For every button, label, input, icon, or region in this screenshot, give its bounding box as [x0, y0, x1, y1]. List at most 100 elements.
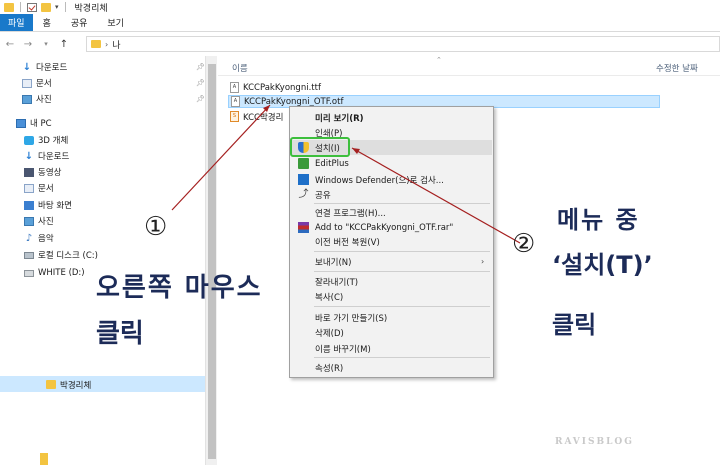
font-file-icon: A: [231, 96, 240, 107]
menu-item-delete[interactable]: 삭제(D): [291, 325, 492, 340]
sidebar-item-white-d[interactable]: WHITE (D:): [24, 266, 85, 280]
install-highlight-box: [290, 137, 350, 157]
new-folder-icon[interactable]: [41, 2, 51, 12]
sidebar-item-documents[interactable]: 문서: [22, 76, 52, 90]
forward-arrow-icon[interactable]: →: [22, 39, 34, 50]
drive-icon: [24, 251, 34, 259]
sidebar-item-pictures[interactable]: 사진: [22, 92, 52, 106]
sidebar-item-label: 3D 개체: [38, 136, 69, 146]
desktop-icon: [24, 200, 34, 210]
navigation-scrollbar[interactable]: [205, 56, 217, 465]
menu-divider: [314, 203, 490, 204]
file-name: KCC박경리: [243, 112, 284, 123]
menu-item-send-to[interactable]: 보내기(N) ›: [291, 254, 492, 269]
sidebar-item-label: 동영상: [38, 168, 62, 178]
scrollbar-thumb[interactable]: [208, 64, 216, 459]
menu-item-properties[interactable]: 속성(R): [291, 360, 492, 375]
sidebar-item-desktop[interactable]: 바탕 화면: [24, 198, 72, 212]
menu-item-cut[interactable]: 잘라내기(T): [291, 274, 492, 289]
note-right-click-line1: 오른쪽 마우스: [96, 273, 263, 303]
sidebar-item-label: 사진: [38, 217, 54, 227]
menu-item-add-to-rar[interactable]: Add to "KCCPakKyongni_OTF.rar": [291, 220, 492, 235]
navigation-pane: ↓ 다운로드 📌︎ 문서 📌︎ 사진 📌︎ 내 PC 3D 개체 ↓ 다운로드: [0, 56, 205, 465]
divider: [64, 2, 66, 12]
sidebar-item-label: 문서: [38, 184, 54, 194]
sidebar-item-music[interactable]: ♪ 음악: [24, 231, 54, 245]
chevron-right-icon[interactable]: ›: [105, 40, 108, 49]
sidebar-item-label: 로컬 디스크 (C:): [38, 251, 98, 261]
column-date-modified[interactable]: 수정한 날짜: [656, 62, 698, 74]
sidebar-item-downloads[interactable]: ↓ 다운로드: [22, 60, 67, 74]
recent-dropdown-icon[interactable]: ▾: [40, 40, 52, 48]
sidebar-item-label: 다운로드: [38, 152, 70, 162]
sidebar-item-this-pc[interactable]: 내 PC: [16, 116, 52, 130]
column-header: 이름 ⌃ 수정한 날짜: [218, 56, 720, 76]
windows-defender-icon: [298, 174, 309, 185]
tab-share[interactable]: 공유: [61, 14, 98, 31]
sidebar-item-documents-pc[interactable]: 문서: [24, 181, 54, 195]
sidebar-item-local-disk-c[interactable]: 로컬 디스크 (C:): [24, 248, 98, 262]
menu-item-rename[interactable]: 이름 바꾸기(M): [291, 341, 492, 356]
title-bar: ▾ 박경리체: [0, 0, 720, 14]
menu-item-editplus[interactable]: EditPlus: [291, 156, 492, 171]
sidebar-item-selected-folder[interactable]: 박경리체: [0, 376, 205, 392]
sidebar-item-videos[interactable]: 동영상: [24, 165, 61, 179]
back-arrow-icon[interactable]: ←: [4, 39, 16, 50]
watermark: RAVISBLOG: [555, 437, 634, 447]
pin-icon: 📌︎: [196, 63, 205, 71]
menu-item-preview[interactable]: 미리 보기(R): [291, 110, 492, 125]
note-menu-line1: 메뉴 중: [557, 206, 640, 234]
sidebar-item-label: WHITE (D:): [38, 268, 85, 278]
address-bar[interactable]: › 나: [86, 36, 720, 52]
document-icon: [24, 183, 34, 193]
address-path: 나: [112, 40, 121, 51]
picture-icon: [24, 216, 34, 226]
sidebar-item-label: 문서: [36, 79, 52, 89]
sidebar-item-downloads-pc[interactable]: ↓ 다운로드: [24, 149, 69, 163]
menu-item-defender-scan[interactable]: Windows Defender(으)로 검사...: [291, 172, 492, 187]
file-name: KCCPakKyongni_OTF.otf: [244, 96, 344, 107]
menu-item-restore-previous[interactable]: 이전 버전 복원(V): [291, 234, 492, 249]
sidebar-item-label: 내 PC: [30, 119, 52, 129]
folder-icon: [91, 40, 101, 48]
font-package-icon: S: [230, 111, 239, 122]
menu-item-share[interactable]: ⤴ 공유: [291, 187, 492, 202]
sidebar-item-pictures-pc[interactable]: 사진: [24, 214, 54, 228]
tab-file[interactable]: 파일: [0, 14, 33, 31]
menu-item-open-with[interactable]: 연결 프로그램(H)...: [291, 205, 492, 220]
pc-icon: [16, 118, 26, 128]
window-title: 박경리체: [74, 3, 108, 14]
folder-icon: [4, 2, 14, 12]
menu-divider: [314, 306, 490, 307]
pin-icon: 📌︎: [196, 95, 205, 103]
note-menu-line3: 클릭: [552, 311, 597, 339]
video-icon: [24, 167, 34, 177]
quick-access-dropdown-icon[interactable]: ▾: [55, 3, 59, 11]
share-icon: ⤴: [298, 189, 309, 200]
winrar-icon: [298, 222, 309, 233]
note-menu-line2: ‘설치(T)’: [552, 251, 653, 279]
step-number-2: ②: [512, 229, 536, 259]
column-name[interactable]: 이름: [232, 62, 248, 74]
chevron-right-icon: ›: [481, 257, 485, 266]
document-icon: [22, 78, 32, 88]
font-file-icon: A: [230, 82, 239, 93]
sidebar-item-label: 바탕 화면: [38, 201, 72, 211]
menu-divider: [314, 251, 490, 252]
download-icon: ↓: [24, 150, 34, 162]
file-row[interactable]: A KCCPakKyongni.ttf: [228, 81, 660, 94]
tab-view[interactable]: 보기: [97, 14, 134, 31]
menu-item-create-shortcut[interactable]: 바로 가기 만들기(S): [291, 310, 492, 325]
menu-item-copy[interactable]: 복사(C): [291, 289, 492, 304]
sidebar-item-3d-objects[interactable]: 3D 개체: [24, 133, 68, 147]
up-arrow-icon[interactable]: ↑: [58, 39, 70, 50]
download-icon: ↓: [22, 61, 32, 73]
sidebar-item-label: 사진: [36, 95, 52, 105]
properties-check-icon[interactable]: [27, 2, 37, 12]
picture-icon: [22, 94, 32, 104]
file-name: KCCPakKyongni.ttf: [243, 82, 321, 93]
menu-divider: [314, 357, 490, 358]
tab-home[interactable]: 홈: [33, 14, 61, 31]
sidebar-item-label: 음악: [38, 234, 54, 244]
music-icon: ♪: [25, 232, 33, 244]
